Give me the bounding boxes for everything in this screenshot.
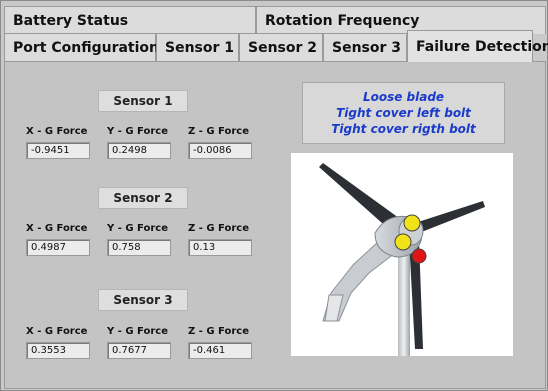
sensor-2-y-label: Y - G Force bbox=[107, 223, 168, 234]
tab-label: Sensor 3 bbox=[332, 39, 402, 56]
sensor-2-x-label: X - G Force bbox=[26, 223, 88, 234]
tab-port-configuration[interactable]: Port Configuration bbox=[4, 33, 160, 61]
failure-item: Tight cover rigth bolt bbox=[331, 122, 476, 136]
sensor-1-z-value: -0.0086 bbox=[188, 142, 252, 159]
sensor-2-z-value: 0.13 bbox=[188, 239, 252, 256]
sensor-3-x-label: X - G Force bbox=[26, 326, 88, 337]
sensor-2-y-value: 0.758 bbox=[107, 239, 171, 256]
app-window: Battery Status Rotation Frequency Port C… bbox=[0, 0, 548, 391]
sensor-1-x-label: X - G Force bbox=[26, 126, 88, 137]
failure-list: Loose blade Tight cover left bolt Tight … bbox=[302, 82, 505, 144]
failure-item: Tight cover left bolt bbox=[336, 106, 471, 120]
sensor-1-y-label: Y - G Force bbox=[107, 126, 168, 137]
failure-item: Loose blade bbox=[362, 90, 445, 104]
tab-label: Port Configuration bbox=[13, 39, 160, 56]
sensor-2-title: Sensor 2 bbox=[98, 187, 188, 209]
tab-label: Sensor 2 bbox=[248, 39, 318, 56]
tab-sensor-1[interactable]: Sensor 1 bbox=[156, 33, 239, 61]
sensor-1-title: Sensor 1 bbox=[98, 90, 188, 112]
sensor-3-z-label: Z - G Force bbox=[188, 326, 249, 337]
sensor-1-z-label: Z - G Force bbox=[188, 126, 249, 137]
turbine-image bbox=[291, 153, 513, 356]
tab-sensor-3[interactable]: Sensor 3 bbox=[323, 33, 407, 61]
sensor-1-y-value: 0.2498 bbox=[107, 142, 171, 159]
sensor-2-z-label: Z - G Force bbox=[188, 223, 249, 234]
wind-turbine-icon bbox=[319, 163, 485, 356]
tab-label: Sensor 1 bbox=[165, 39, 235, 56]
tab-label: Battery Status bbox=[13, 12, 129, 29]
tab-battery-status[interactable]: Battery Status bbox=[4, 6, 256, 34]
tab-sensor-2[interactable]: Sensor 2 bbox=[239, 33, 323, 61]
tab-label: Failure Detection bbox=[416, 38, 548, 55]
sensor-3-z-value: -0.461 bbox=[188, 342, 252, 359]
warning-marker bbox=[403, 214, 421, 232]
sensor-3-title: Sensor 3 bbox=[98, 289, 188, 311]
sensor-2-x-value: 0.4987 bbox=[26, 239, 90, 256]
warning-marker bbox=[394, 233, 412, 251]
tab-failure-detection[interactable]: Failure Detection bbox=[407, 30, 548, 62]
tab-label: Rotation Frequency bbox=[265, 12, 420, 29]
sensor-3-x-value: 0.3553 bbox=[26, 342, 90, 359]
sensor-3-y-value: 0.7677 bbox=[107, 342, 171, 359]
sensor-1-x-value: -0.9451 bbox=[26, 142, 90, 159]
error-marker bbox=[411, 248, 427, 264]
sensor-3-y-label: Y - G Force bbox=[107, 326, 168, 337]
